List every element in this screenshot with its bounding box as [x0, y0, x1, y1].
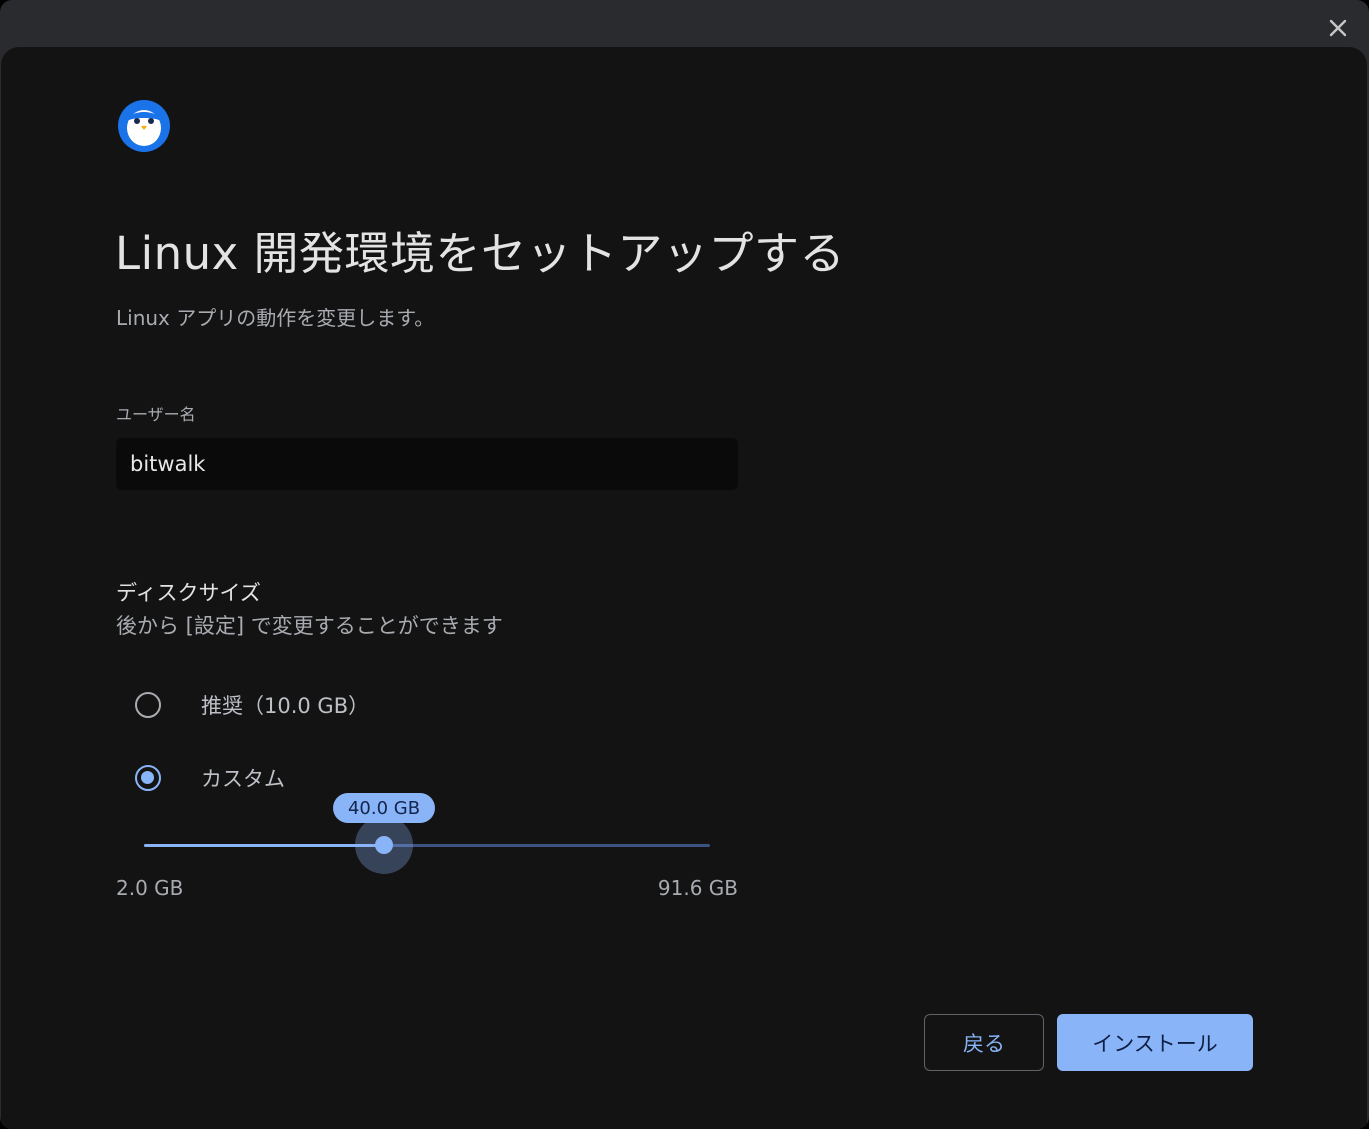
disk-size-title: ディスクサイズ: [116, 581, 261, 605]
slider-min-label: 2.0 GB: [116, 876, 184, 900]
dialog-window: Linux 開発環境をセットアップする Linux アプリの動作を変更します。 …: [0, 0, 1369, 1129]
disk-size-slider[interactable]: 40.0 GB: [144, 793, 710, 887]
username-label: ユーザー名: [116, 405, 196, 424]
disk-size-description: 後から [設定] で変更することができます: [116, 614, 503, 638]
slider-thumb[interactable]: [375, 836, 394, 854]
slider-value-bubble: 40.0 GB: [333, 793, 436, 823]
username-input[interactable]: [116, 438, 738, 490]
close-button[interactable]: [1322, 12, 1354, 44]
radio-option-recommended[interactable]: 推奨（10.0 GB）: [135, 688, 369, 722]
back-button[interactable]: 戻る: [924, 1014, 1044, 1071]
slider-fill: [144, 844, 385, 847]
radio-label-recommended: 推奨（10.0 GB）: [201, 694, 370, 718]
install-button[interactable]: インストール: [1057, 1014, 1253, 1071]
slider-max-label: 91.6 GB: [657, 876, 738, 900]
setup-dialog: Linux 開発環境をセットアップする Linux アプリの動作を変更します。 …: [1, 47, 1367, 1129]
radio-option-custom[interactable]: カスタム: [135, 761, 285, 795]
radio-button-recommended[interactable]: [135, 692, 161, 718]
radio-button-custom[interactable]: [135, 765, 161, 791]
close-icon: [1329, 19, 1347, 37]
page-subtitle: Linux アプリの動作を変更します。: [116, 306, 435, 330]
title-bar: [0, 0, 1369, 48]
radio-label-custom: カスタム: [201, 767, 285, 791]
page-title: Linux 開発環境をセットアップする: [115, 227, 846, 280]
linux-penguin-icon: [118, 100, 170, 152]
